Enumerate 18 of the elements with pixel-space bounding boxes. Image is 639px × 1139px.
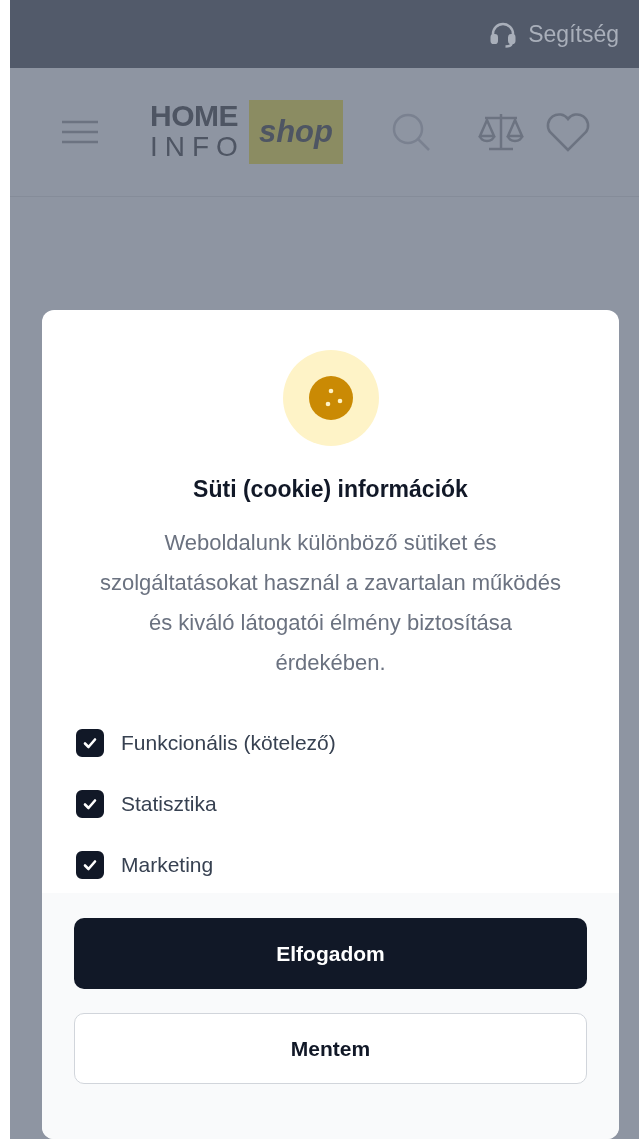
check-icon [82, 735, 98, 751]
checkbox[interactable] [76, 851, 104, 879]
checkbox-label: Statisztika [121, 792, 217, 816]
checkbox-label: Funkcionális (kötelező) [121, 731, 336, 755]
logo-text[interactable]: INFO [150, 131, 245, 163]
checkbox[interactable] [76, 729, 104, 757]
dialog-title: Süti (cookie) információk [193, 476, 468, 503]
checkbox[interactable] [76, 790, 104, 818]
check-icon [82, 857, 98, 873]
save-button[interactable]: Mentem [74, 1013, 587, 1084]
help-link[interactable]: Segítség [528, 20, 619, 48]
dialog-description: Weboldalunk különböző sütiket és szolgáltatásokat használ a zavartalan működés és kiváló látogatói élmény biztosítása érdekében. [98, 529, 562, 677]
cookie-icon [282, 350, 379, 446]
accept-button[interactable]: Elfogadom [74, 918, 587, 989]
logo-text[interactable]: HOME [150, 101, 245, 131]
logo-badge[interactable]: shop [248, 100, 343, 164]
check-icon [82, 796, 98, 812]
checkbox-label: Marketing [121, 853, 214, 877]
